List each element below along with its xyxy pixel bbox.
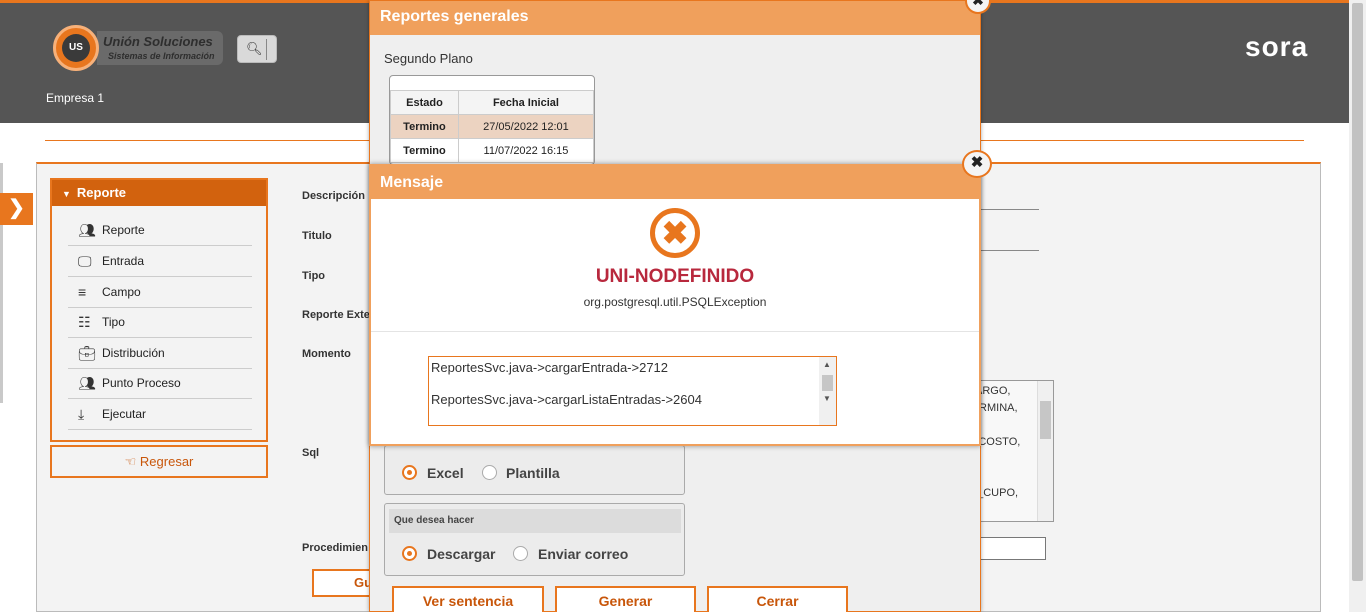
error-exception: org.postgresql.util.PSQLException	[583, 295, 767, 309]
list-icon: ☷	[78, 314, 91, 330]
label-momento: Momento	[302, 348, 351, 360]
back-hand-icon: ☜	[124, 454, 140, 469]
sidebar-item-campo[interactable]: ≡ Campo	[68, 277, 252, 308]
procedimiento-input[interactable]	[980, 537, 1046, 560]
page-scrollbar[interactable]	[1349, 0, 1366, 612]
report-menu: ▼ Reporte 👥︎ Reporte 🖵︎ Entrada ≡ Campo ☷ Tip…	[50, 178, 268, 442]
label-reporte-externo: Reporte Exte	[302, 309, 370, 321]
company-name: Empresa 1	[46, 91, 105, 105]
logo-title: Unión Soluciones	[103, 34, 213, 49]
generate-button[interactable]: Generar	[555, 586, 696, 612]
caret-down-icon: ▼	[62, 189, 71, 199]
sidebar-item-ejecutar[interactable]: ⤓ Ejecutar	[68, 399, 252, 430]
briefcase-icon: 💼︎	[78, 345, 96, 361]
database-icon: ≡	[78, 284, 87, 300]
users-icon: 👥︎	[78, 222, 96, 238]
error-code: UNI-NODEFINIDO	[595, 266, 755, 287]
label-descripcion: Descripción	[302, 190, 365, 202]
sidebar-item-punto-proceso[interactable]: 👥︎ Punto Proceso	[68, 368, 252, 399]
close-icon: ✖	[972, 0, 984, 8]
sidebar-item-tipo[interactable]: ☷ Tipo	[68, 307, 252, 338]
table-row[interactable]: Termino 27/05/2022 12:01	[390, 114, 594, 139]
chevron-right-icon: ❯	[8, 197, 25, 219]
logo-mark: US	[53, 25, 99, 71]
action-group: Que desea hacer Descargar Enviar correo	[384, 503, 685, 576]
download-icon: ⤓	[78, 406, 85, 422]
column-header[interactable]: Estado	[390, 90, 459, 115]
plantilla-radio[interactable]	[482, 465, 497, 480]
message-title: Mensaje	[371, 166, 979, 199]
section-label: Segundo Plano	[384, 51, 473, 66]
plantilla-label: Plantilla	[506, 465, 560, 481]
view-sentence-button[interactable]: Ver sentencia	[392, 586, 544, 612]
users-icon: 👥︎	[78, 375, 96, 391]
column-header[interactable]: Fecha Inicial	[457, 90, 594, 115]
message-close-button[interactable]: ✖	[962, 150, 992, 178]
dialog-title: Reportes generales	[370, 1, 980, 35]
label-sql: Sql	[302, 447, 320, 459]
sidebar-item-entrada[interactable]: 🖵︎ Entrada	[68, 246, 252, 277]
message-dialog: Mensaje ✖ UNI-NODEFINIDO org.postgresql.…	[369, 164, 981, 446]
titulo-field[interactable]	[981, 250, 1039, 251]
descargar-radio[interactable]	[402, 546, 417, 561]
sidebar-item-reporte[interactable]: 👥︎ Reporte	[68, 215, 252, 246]
excel-label: Excel	[427, 465, 464, 481]
scroll-down-icon[interactable]: ▼	[823, 394, 831, 403]
search-button[interactable]: 🔍︎	[237, 35, 277, 63]
label-tipo: Tipo	[302, 270, 326, 282]
logo-subtitle: Sistemas de Información	[108, 51, 215, 61]
save-button[interactable]: Gu	[312, 569, 372, 597]
sql-scrollbar[interactable]	[1037, 381, 1053, 521]
error-icon: ✖	[650, 208, 700, 258]
enviar-correo-radio[interactable]	[513, 546, 528, 561]
descripcion-field[interactable]	[981, 209, 1039, 210]
label-titulo: Titulo	[302, 230, 332, 242]
scroll-up-icon[interactable]: ▲	[823, 360, 831, 369]
brand-logo: sora	[1245, 31, 1309, 62]
menu-header[interactable]: ▼ Reporte	[52, 180, 266, 206]
background-jobs-table: Estado Fecha Inicial Termino 27/05/2022 …	[389, 75, 595, 165]
excel-radio[interactable]	[402, 465, 417, 480]
output-type-group: Excel Plantilla	[384, 445, 685, 495]
enviar-correo-label: Enviar correo	[538, 546, 629, 562]
trace-scrollbar[interactable]: ▲ ▼	[819, 357, 836, 425]
action-heading: Que desea hacer	[389, 509, 681, 533]
descargar-label: Descargar	[427, 546, 496, 562]
sidebar-toggle-button[interactable]: ❯	[0, 193, 33, 225]
table-row[interactable]: Termino 11/07/2022 16:15	[390, 138, 594, 163]
error-trace-textarea[interactable]: ReportesSvc.java->cargarEntrada->2712 Re…	[428, 356, 837, 426]
search-icon: 🔍︎	[246, 41, 263, 56]
monitor-icon: 🖵︎	[78, 253, 92, 269]
label-procedimiento: Procedimien	[302, 542, 369, 554]
back-button[interactable]: ☜ Regresar	[50, 445, 268, 478]
close-icon: ✖	[970, 154, 984, 171]
company-logo[interactable]: US Unión Soluciones Sistemas de Informac…	[53, 25, 223, 71]
close-button[interactable]: Cerrar	[707, 586, 848, 612]
sidebar-item-distribucion[interactable]: 💼︎ Distribución	[68, 338, 252, 369]
